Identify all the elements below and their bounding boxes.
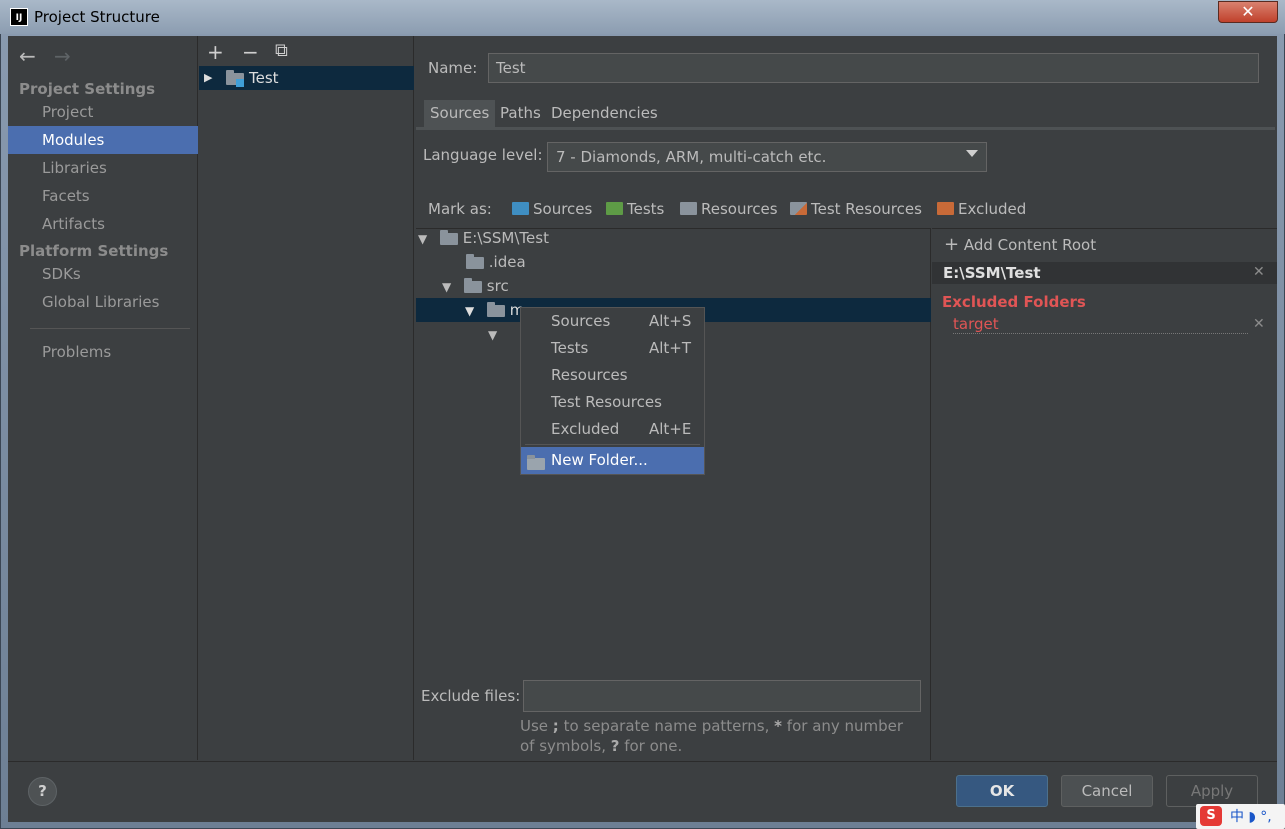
sidebar-item-global-libraries[interactable]: Global Libraries	[8, 288, 198, 316]
exclude-files-label: Exclude files:	[421, 687, 521, 705]
sidebar-item-project[interactable]: Project	[8, 98, 198, 126]
copy-module-icon[interactable]: ⧉	[275, 40, 288, 61]
sidebar-item-problems[interactable]: Problems	[8, 338, 198, 366]
test-resources-folder-icon	[790, 202, 807, 215]
folder-icon	[487, 301, 506, 317]
folder-icon	[464, 277, 483, 293]
folder-icon	[466, 253, 484, 269]
tests-folder-icon	[606, 202, 623, 215]
menu-separator	[525, 444, 700, 445]
sogou-logo-icon[interactable]: S	[1200, 806, 1222, 826]
sidebar-item-sdks[interactable]: SDKs	[8, 260, 198, 288]
expand-triangle-icon[interactable]: ▶	[204, 66, 212, 90]
mark-resources-button[interactable]: Resources	[680, 200, 778, 218]
collapse-triangle-icon[interactable]: ▼	[442, 280, 451, 294]
mark-sources-button[interactable]: Sources	[512, 200, 592, 218]
mark-excluded-button[interactable]: Excluded	[937, 200, 1026, 218]
module-folder-icon	[226, 66, 244, 90]
language-level-dropdown[interactable]: 7 - Diamonds, ARM, multi-catch etc.	[547, 142, 987, 172]
folder-icon	[440, 229, 459, 245]
exclude-files-input[interactable]	[523, 680, 921, 712]
tree-node-idea[interactable]: .idea	[466, 250, 526, 274]
menu-item-tests[interactable]: Tests Alt+T	[531, 335, 701, 362]
name-label: Name:	[428, 59, 478, 77]
intellij-app-icon: IJ	[10, 8, 28, 26]
ok-button[interactable]: OK	[956, 775, 1048, 807]
back-arrow-icon[interactable]: ←	[19, 44, 36, 68]
tab-paths[interactable]: Paths	[494, 100, 547, 127]
window-title: Project Structure	[34, 8, 160, 26]
collapse-triangle-icon[interactable]: ▼	[465, 304, 474, 318]
tree-node-main[interactable]: ▼ m	[465, 298, 524, 322]
content-root-header[interactable]: E:\SSM\Test	[932, 262, 1277, 284]
menu-item-sources[interactable]: Sources Alt+S	[531, 308, 701, 335]
remove-excluded-icon[interactable]: ✕	[1253, 316, 1265, 332]
excluded-folder-icon	[937, 202, 954, 215]
cancel-button[interactable]: Cancel	[1061, 775, 1153, 807]
platform-settings-heading: Platform Settings	[19, 242, 169, 260]
menu-item-test-resources[interactable]: Test Resources	[531, 389, 701, 416]
remove-module-icon[interactable]: −	[242, 40, 259, 64]
tree-node-root[interactable]: ▼ E:\SSM\Test	[418, 226, 549, 250]
module-row-test[interactable]: ▶ Test	[199, 66, 414, 90]
tab-dependencies[interactable]: Dependencies	[545, 100, 664, 127]
tree-node-child[interactable]: ▼	[488, 322, 497, 346]
add-module-icon[interactable]: +	[207, 40, 224, 64]
collapse-triangle-icon[interactable]: ▼	[418, 232, 427, 246]
collapse-triangle-icon[interactable]: ▼	[488, 328, 497, 342]
help-button[interactable]: ?	[28, 777, 57, 806]
tab-sources[interactable]: Sources	[424, 100, 496, 127]
module-name-input[interactable]: Test	[488, 53, 1259, 83]
mark-tests-button[interactable]: Tests	[606, 200, 664, 218]
ime-status-text[interactable]: 中 ◗ °,	[1230, 806, 1272, 826]
module-name-label: Test	[249, 69, 279, 87]
menu-item-new-folder[interactable]: New Folder...	[521, 447, 704, 474]
language-level-label: Language level:	[423, 146, 543, 164]
project-settings-heading: Project Settings	[19, 80, 156, 98]
title-bar[interactable]: IJ Project Structure	[0, 0, 1285, 34]
mark-test-resources-button[interactable]: Test Resources	[790, 200, 922, 218]
mark-as-label: Mark as:	[428, 200, 492, 218]
sidebar-divider	[30, 328, 190, 329]
apply-button[interactable]: Apply	[1166, 775, 1258, 807]
excluded-folder-item[interactable]: target	[953, 315, 1248, 334]
sidebar-item-modules[interactable]: Modules	[8, 126, 198, 154]
modules-panel	[199, 36, 414, 760]
add-content-root-button[interactable]: + Add Content Root	[944, 234, 1096, 255]
new-folder-icon	[527, 454, 545, 472]
excluded-folders-heading: Excluded Folders	[942, 293, 1086, 311]
exclude-files-hint: Use ; to separate name patterns, * for a…	[520, 717, 904, 755]
resources-folder-icon	[680, 202, 697, 215]
tree-node-src[interactable]: ▼ src	[442, 274, 509, 298]
chevron-down-icon[interactable]	[966, 150, 978, 157]
menu-item-resources[interactable]: Resources	[531, 362, 701, 389]
sidebar-item-artifacts[interactable]: Artifacts	[8, 210, 198, 238]
remove-root-icon[interactable]: ✕	[1253, 264, 1265, 280]
menu-item-excluded[interactable]: Excluded Alt+E	[531, 416, 701, 443]
forward-arrow-icon[interactable]: →	[54, 44, 71, 68]
plus-icon: +	[944, 234, 960, 255]
sources-folder-icon	[512, 202, 529, 215]
window-close-button[interactable]: ✕	[1218, 1, 1278, 23]
sidebar-item-libraries[interactable]: Libraries	[8, 154, 198, 182]
sidebar-item-facets[interactable]: Facets	[8, 182, 198, 210]
